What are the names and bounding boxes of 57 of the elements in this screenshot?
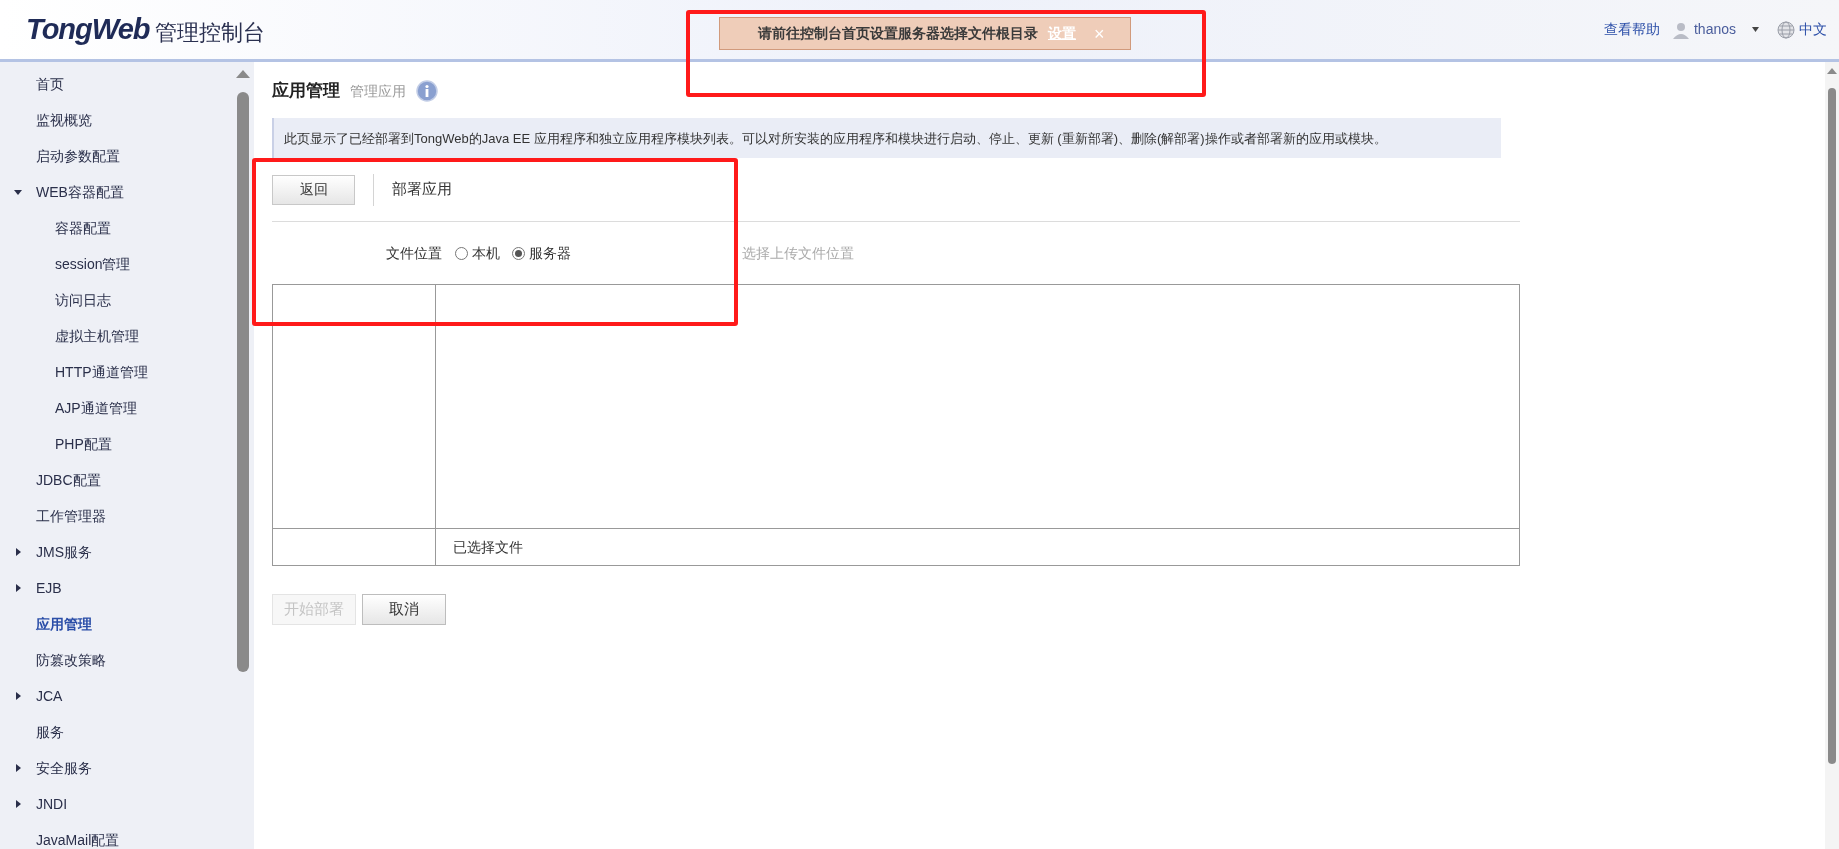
radio-label[interactable]: 服务器 (529, 242, 571, 264)
sidebar-item[interactable]: 应用管理 (36, 613, 92, 635)
sidebar-item[interactable]: 工作管理器 (36, 505, 106, 527)
page-subtitle: 管理应用 (350, 81, 406, 101)
sidebar-item[interactable]: 容器配置 (55, 217, 111, 239)
globe-icon (1777, 20, 1795, 39)
sidebar-item[interactable]: 安全服务 (36, 757, 92, 779)
sidebar-item[interactable]: 监视概览 (36, 109, 92, 131)
product-name: 管理控制台 (155, 19, 266, 48)
user-icon (1671, 20, 1690, 39)
caret-icon[interactable] (14, 800, 22, 808)
back-button[interactable]: 返回 (272, 174, 355, 205)
radio-button[interactable] (455, 246, 468, 260)
sidebar-item[interactable]: EJB (36, 577, 62, 599)
section-title: 部署应用 (392, 179, 452, 200)
caret-icon[interactable] (14, 584, 22, 592)
help-link[interactable]: 查看帮助 (1603, 19, 1660, 40)
radio-label[interactable]: 本机 (472, 242, 500, 264)
sidebar-item[interactable]: session管理 (55, 253, 131, 275)
scrollbar-thumb[interactable] (237, 92, 249, 672)
sidebar-item[interactable]: JMS服务 (36, 541, 92, 563)
caret-icon[interactable] (14, 188, 22, 196)
sidebar-item[interactable]: 首页 (36, 73, 64, 95)
caret-icon[interactable] (14, 764, 22, 772)
language-link[interactable]: 中文 (1799, 19, 1827, 40)
sidebar-item[interactable]: JCA (36, 685, 63, 707)
sidebar-item[interactable]: 访问日志 (55, 289, 111, 311)
sidebar-item[interactable]: 服务 (36, 721, 64, 743)
sidebar-item[interactable]: PHP配置 (55, 433, 112, 455)
caret-icon[interactable] (14, 692, 22, 700)
scrollbar-thumb[interactable] (1828, 88, 1836, 764)
sidebar-item[interactable]: 防篡改策略 (36, 649, 106, 671)
dropdown-caret-icon[interactable] (1752, 27, 1759, 32)
scroll-up-icon[interactable] (236, 70, 250, 78)
hint-text: 选择上传文件位置 (742, 243, 854, 263)
sidebar-item[interactable]: JNDI (36, 793, 68, 815)
info-icon[interactable] (416, 80, 438, 102)
action-button[interactable]: 取消 (362, 594, 446, 625)
page-title: 应用管理 (272, 80, 340, 103)
sidebar-item[interactable]: AJP通道管理 (55, 397, 137, 419)
sidebar-scrollbar[interactable] (232, 62, 254, 849)
sidebar-item[interactable]: JavaMail配置 (36, 829, 120, 849)
description-text: 此页显示了已经部署到TongWeb的Java EE 应用程序和独立应用程序模块列表。可以对所安装的应用程序和模块进行启动、停止、更新 (重新部署)、删除(解部署)操作或者部署新的应用或模块。 (284, 131, 1387, 146)
user-menu[interactable]: thanos (1693, 19, 1736, 40)
sidebar-item[interactable]: 启动参数配置 (36, 145, 120, 167)
sidebar-item[interactable]: WEB容器配置 (36, 181, 124, 203)
sidebar-item[interactable]: JDBC配置 (36, 469, 101, 491)
page-scrollbar[interactable] (1825, 62, 1839, 849)
radio-button[interactable] (512, 246, 525, 260)
sidebar-item[interactable]: 虚拟主机管理 (55, 325, 139, 347)
notice-text: 请前往控制台首页设置服务器选择文件根目录 (758, 24, 1038, 43)
field-label: 文件位置 (386, 243, 443, 263)
logo: TongWeb (26, 11, 150, 47)
sidebar-item[interactable]: HTTP通道管理 (55, 361, 148, 383)
scroll-up-icon[interactable] (1827, 68, 1837, 74)
table-cell-text: 已选择文件 (452, 537, 524, 557)
caret-icon[interactable] (14, 548, 22, 556)
